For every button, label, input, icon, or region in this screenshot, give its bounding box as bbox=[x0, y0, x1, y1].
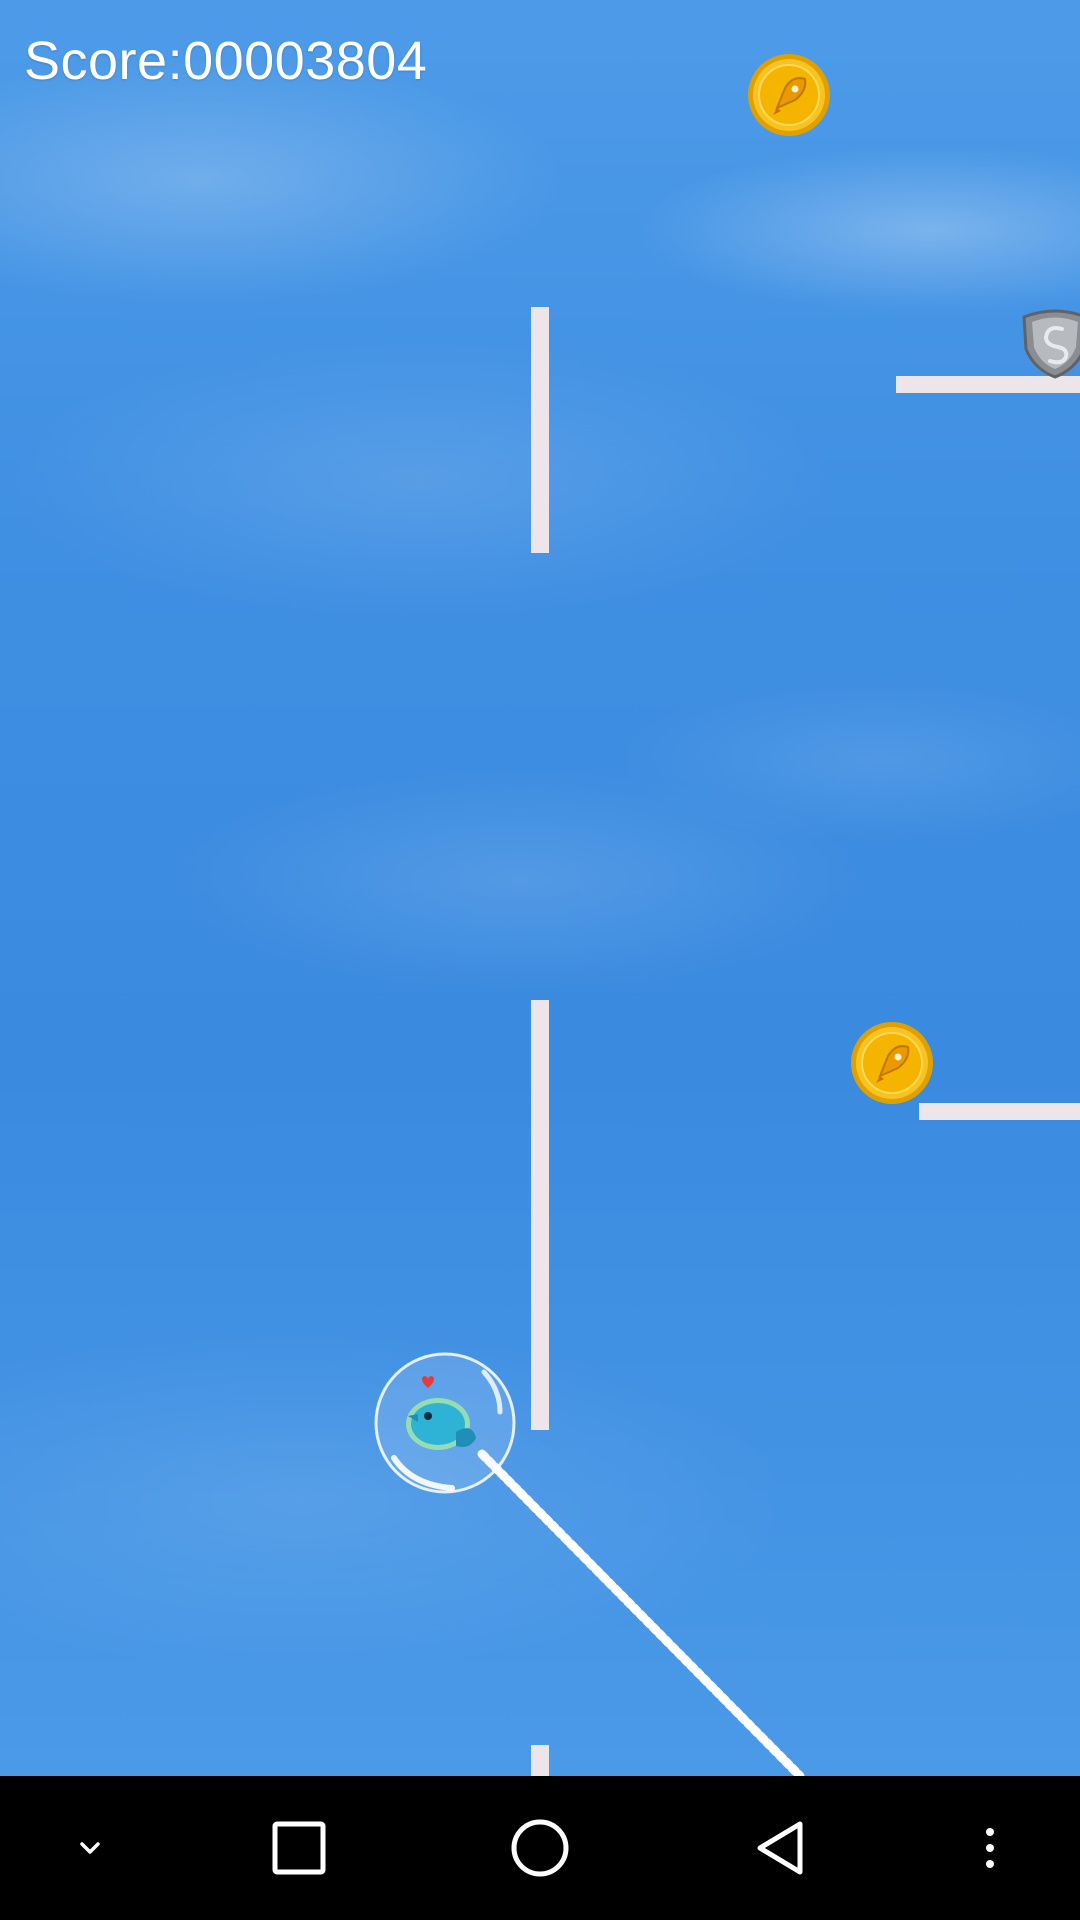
nav-collapse-button[interactable] bbox=[15, 1776, 165, 1920]
back-triangle-icon bbox=[757, 1821, 803, 1875]
aim-trajectory bbox=[477, 1449, 805, 1776]
nav-recents-button[interactable] bbox=[224, 1776, 374, 1920]
game-canvas[interactable]: Score:00003804 bbox=[0, 0, 1080, 1776]
nav-home-button[interactable] bbox=[465, 1776, 615, 1920]
nav-menu-button[interactable] bbox=[915, 1776, 1065, 1920]
recents-square-icon bbox=[272, 1821, 326, 1875]
bird-in-bubble-icon[interactable] bbox=[372, 1350, 518, 1496]
android-navigation-bar bbox=[0, 1776, 1080, 1920]
more-vert-icon bbox=[986, 1828, 994, 1868]
home-circle-icon bbox=[511, 1819, 569, 1877]
chevron-down-icon bbox=[80, 1842, 100, 1854]
nav-back-button[interactable] bbox=[705, 1776, 855, 1920]
